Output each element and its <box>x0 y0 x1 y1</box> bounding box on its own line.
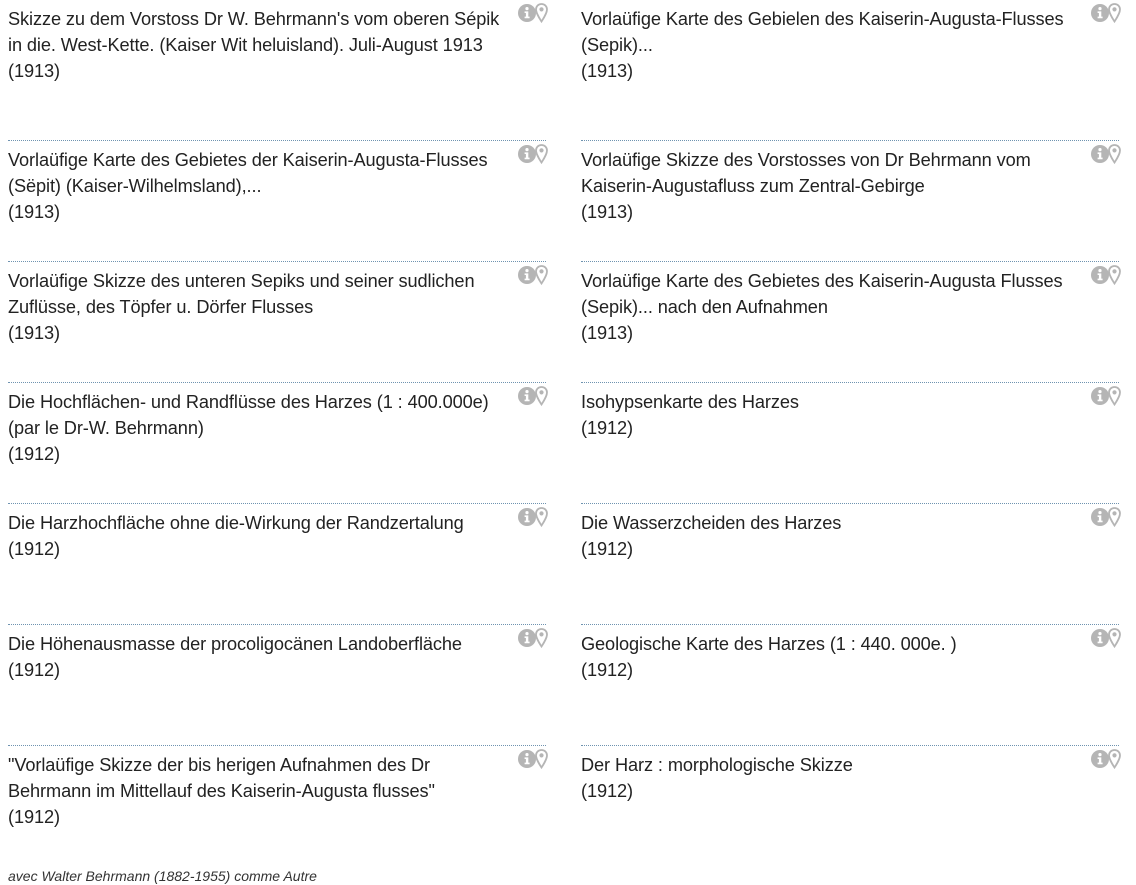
record-title[interactable]: Geologische Karte des Harzes (1 : 440. 0… <box>581 631 1077 657</box>
map-record[interactable]: Der Harz : morphologische Skizze (1912) <box>581 746 1121 867</box>
map-record[interactable]: Die Harzhochfläche ohne die-Wirkung der … <box>8 504 548 625</box>
info-icon[interactable] <box>518 750 536 768</box>
info-icon[interactable] <box>1091 266 1109 284</box>
record-text: Die Wasserzcheiden des Harzes (1912) <box>581 510 1077 562</box>
info-icon[interactable] <box>1091 508 1109 526</box>
entry-actions <box>1091 627 1121 649</box>
record-title[interactable]: Vorlaüfige Karte des Gebielen des Kaiser… <box>581 6 1077 58</box>
map-record[interactable]: Vorlaüfige Karte des Gebietes des Kaiser… <box>581 262 1121 383</box>
map-pin-icon[interactable] <box>1108 749 1121 769</box>
contributor-note: avec Walter Behrmann (1882-1955) comme A… <box>8 868 317 884</box>
entry-actions <box>518 2 548 24</box>
map-pin-icon[interactable] <box>1108 507 1121 527</box>
record-year: (1912) <box>581 781 633 801</box>
map-record[interactable]: Die Wasserzcheiden des Harzes (1912) <box>581 504 1121 625</box>
record-text: Vorlaüfige Karte des Gebietes des Kaiser… <box>581 268 1077 346</box>
record-year: (1912) <box>581 539 633 559</box>
record-text: Der Harz : morphologische Skizze (1912) <box>581 752 1077 804</box>
map-record[interactable]: Vorlaüfige Skizze des Vorstosses von Dr … <box>581 141 1121 262</box>
record-year: (1913) <box>8 202 60 222</box>
entry-actions <box>518 627 548 649</box>
record-year: (1912) <box>8 444 60 464</box>
record-year: (1913) <box>581 323 633 343</box>
map-record[interactable]: Vorlaüfige Skizze des unteren Sepiks und… <box>8 262 548 383</box>
info-icon[interactable] <box>1091 387 1109 405</box>
record-year: (1912) <box>8 807 60 827</box>
record-year: (1912) <box>8 539 60 559</box>
record-title[interactable]: Vorlaüfige Skizze des unteren Sepiks und… <box>8 268 504 320</box>
map-pin-icon[interactable] <box>535 749 548 769</box>
record-text: Die Höhenausmasse der procoligocänen Lan… <box>8 631 504 683</box>
map-record[interactable]: Geologische Karte des Harzes (1 : 440. 0… <box>581 625 1121 746</box>
record-year: (1913) <box>581 202 633 222</box>
map-record[interactable]: Die Höhenausmasse der procoligocänen Lan… <box>8 625 548 746</box>
record-text: Geologische Karte des Harzes (1 : 440. 0… <box>581 631 1077 683</box>
info-icon[interactable] <box>518 266 536 284</box>
map-pin-icon[interactable] <box>1108 628 1121 648</box>
map-pin-icon[interactable] <box>1108 144 1121 164</box>
record-year: (1913) <box>8 61 60 81</box>
entry-actions <box>1091 385 1121 407</box>
info-icon[interactable] <box>518 508 536 526</box>
map-record[interactable]: Die Hochflächen- und Randflüsse des Harz… <box>8 383 548 504</box>
record-year: (1912) <box>581 660 633 680</box>
record-title[interactable]: Der Harz : morphologische Skizze <box>581 752 1077 778</box>
map-pin-icon[interactable] <box>1108 386 1121 406</box>
map-pin-icon[interactable] <box>1108 3 1121 23</box>
record-title[interactable]: Die Höhenausmasse der procoligocänen Lan… <box>8 631 504 657</box>
record-title[interactable]: Vorlaüfige Karte des Gebietes der Kaiser… <box>8 147 504 199</box>
entry-actions <box>1091 264 1121 286</box>
entry-actions <box>518 385 548 407</box>
entry-actions <box>518 506 548 528</box>
record-text: Die Hochflächen- und Randflüsse des Harz… <box>8 389 504 467</box>
entry-actions <box>518 264 548 286</box>
record-text: Vorlaüfige Karte des Gebielen des Kaiser… <box>581 6 1077 84</box>
record-title[interactable]: Vorlaüfige Karte des Gebietes des Kaiser… <box>581 268 1077 320</box>
record-text: Die Harzhochfläche ohne die-Wirkung der … <box>8 510 504 562</box>
map-pin-icon[interactable] <box>535 3 548 23</box>
entry-actions <box>518 748 548 770</box>
entry-actions <box>1091 2 1121 24</box>
map-pin-icon[interactable] <box>535 628 548 648</box>
record-title[interactable]: Die Harzhochfläche ohne die-Wirkung der … <box>8 510 504 536</box>
map-record[interactable]: Vorlaüfige Karte des Gebielen des Kaiser… <box>581 0 1121 141</box>
record-title[interactable]: "Vorlaüfige Skizze der bis herigen Aufna… <box>8 752 504 804</box>
info-icon[interactable] <box>518 629 536 647</box>
record-title[interactable]: Die Hochflächen- und Randflüsse des Harz… <box>8 389 504 441</box>
entry-actions <box>1091 748 1121 770</box>
record-text: Vorlaüfige Karte des Gebietes der Kaiser… <box>8 147 504 225</box>
record-year: (1912) <box>8 660 60 680</box>
record-year: (1913) <box>8 323 60 343</box>
record-year: (1913) <box>581 61 633 81</box>
map-pin-icon[interactable] <box>535 386 548 406</box>
record-text: "Vorlaüfige Skizze der bis herigen Aufna… <box>8 752 504 830</box>
info-icon[interactable] <box>1091 4 1109 22</box>
record-text: Isohypsenkarte des Harzes (1912) <box>581 389 1077 441</box>
entry-actions <box>1091 143 1121 165</box>
info-icon[interactable] <box>518 387 536 405</box>
record-year: (1912) <box>581 418 633 438</box>
map-pin-icon[interactable] <box>1108 265 1121 285</box>
map-record[interactable]: Isohypsenkarte des Harzes (1912) <box>581 383 1121 504</box>
record-text: Vorlaüfige Skizze des Vorstosses von Dr … <box>581 147 1077 225</box>
record-text: Skizze zu dem Vorstoss Dr W. Behrmann's … <box>8 6 504 84</box>
map-record[interactable]: Vorlaüfige Karte des Gebietes der Kaiser… <box>8 141 548 262</box>
entry-actions <box>518 143 548 165</box>
map-record[interactable]: Skizze zu dem Vorstoss Dr W. Behrmann's … <box>8 0 548 141</box>
info-icon[interactable] <box>1091 629 1109 647</box>
map-record[interactable]: "Vorlaüfige Skizze der bis herigen Aufna… <box>8 746 548 867</box>
record-text: Vorlaüfige Skizze des unteren Sepiks und… <box>8 268 504 346</box>
record-title[interactable]: Vorlaüfige Skizze des Vorstosses von Dr … <box>581 147 1077 199</box>
info-icon[interactable] <box>1091 145 1109 163</box>
record-title[interactable]: Die Wasserzcheiden des Harzes <box>581 510 1077 536</box>
record-title[interactable]: Skizze zu dem Vorstoss Dr W. Behrmann's … <box>8 6 504 58</box>
map-pin-icon[interactable] <box>535 265 548 285</box>
info-icon[interactable] <box>518 145 536 163</box>
info-icon[interactable] <box>1091 750 1109 768</box>
record-title[interactable]: Isohypsenkarte des Harzes <box>581 389 1077 415</box>
map-pin-icon[interactable] <box>535 507 548 527</box>
info-icon[interactable] <box>518 4 536 22</box>
map-pin-icon[interactable] <box>535 144 548 164</box>
entry-actions <box>1091 506 1121 528</box>
